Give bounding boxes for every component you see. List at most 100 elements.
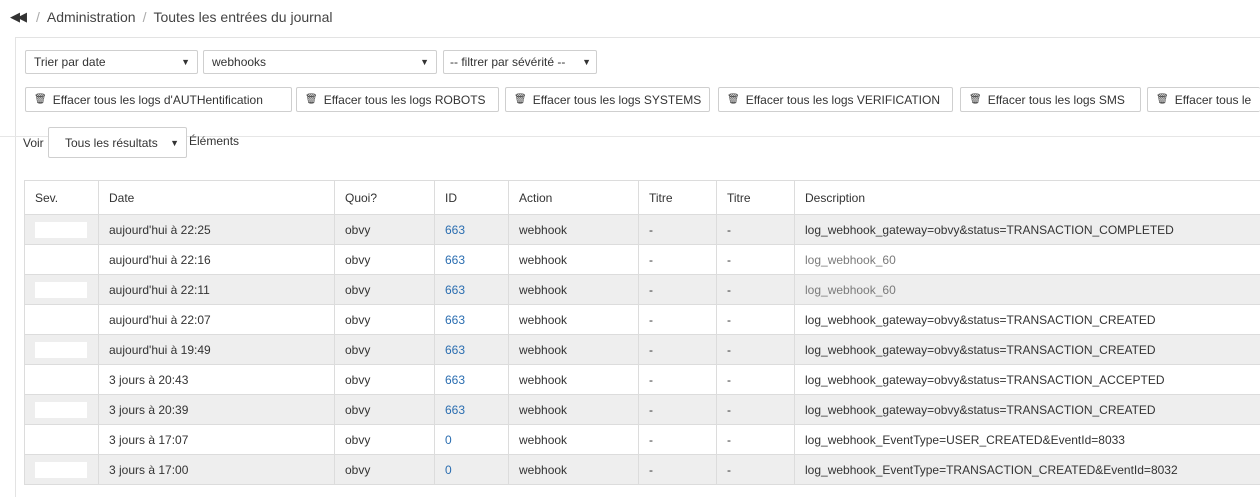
id-link[interactable]: 663 — [435, 335, 509, 365]
severity-badge — [35, 282, 87, 298]
table-row[interactable]: 3 jours à 17:00 obvy 0 webhook - - log_w… — [25, 455, 1260, 485]
log-table: Sev. Date Quoi? ID Action Titre Titre De… — [24, 180, 1260, 485]
severity-cell — [25, 305, 99, 335]
id-link[interactable]: 663 — [435, 215, 509, 245]
what-cell: obvy — [335, 215, 435, 245]
trash-icon: 🗑 — [34, 94, 47, 105]
severity-cell — [25, 425, 99, 455]
action-cell: webhook — [509, 245, 639, 275]
clear-logs-button-truncated[interactable]: 🗑 Effacer tous le — [1147, 87, 1260, 112]
id-link[interactable]: 0 — [435, 425, 509, 455]
chevron-down-icon: ▼ — [170, 138, 179, 148]
trash-icon: 🗑 — [514, 94, 527, 105]
severity-badge — [35, 222, 87, 238]
description-cell: log_webhook_EventType=TRANSACTION_CREATE… — [795, 455, 1260, 485]
title-cell: - — [717, 425, 795, 455]
clear-sms-logs-label: Effacer tous les logs SMS — [988, 93, 1125, 107]
severity-select[interactable]: -- filtrer par sévérité -- ▼ — [443, 50, 597, 74]
chevron-down-icon: ▼ — [181, 57, 190, 67]
table-row[interactable]: aujourd'hui à 22:25 obvy 663 webhook - -… — [25, 215, 1260, 245]
column-header-what[interactable]: Quoi? — [335, 181, 435, 215]
trash-icon: 🗑 — [305, 94, 318, 105]
clear-systems-logs-label: Effacer tous les logs SYSTEMS — [533, 93, 702, 107]
double-chevron-left-icon[interactable]: ◀◀ — [10, 9, 24, 25]
breadcrumb-separator: / — [143, 9, 147, 25]
date-cell: aujourd'hui à 22:16 — [99, 245, 335, 275]
title-cell: - — [639, 425, 717, 455]
column-header-severity[interactable]: Sev. — [25, 181, 99, 215]
page-size-select[interactable]: Tous les résultats ▼ — [48, 127, 187, 158]
table-row[interactable]: aujourd'hui à 22:07 obvy 663 webhook - -… — [25, 305, 1260, 335]
id-link[interactable]: 663 — [435, 395, 509, 425]
table-header-row: Sev. Date Quoi? ID Action Titre Titre De… — [25, 181, 1260, 215]
id-link[interactable]: 0 — [435, 455, 509, 485]
clear-logs-truncated-label: Effacer tous le — [1175, 93, 1252, 107]
trash-icon: 🗑 — [1156, 94, 1169, 105]
title-cell: - — [717, 365, 795, 395]
severity-select-value: -- filtrer par sévérité -- — [450, 55, 565, 69]
severity-badge — [35, 342, 87, 358]
elements-label: Éléments — [189, 134, 239, 148]
title-cell: - — [717, 275, 795, 305]
trash-icon: 🗑 — [727, 94, 740, 105]
column-header-title[interactable]: Titre — [639, 181, 717, 215]
category-select[interactable]: webhooks ▼ — [203, 50, 437, 74]
severity-badge — [35, 372, 87, 388]
severity-cell — [25, 395, 99, 425]
description-cell: log_webhook_EventType=USER_CREATED&Event… — [795, 425, 1260, 455]
date-cell: 3 jours à 20:39 — [99, 395, 335, 425]
clear-auth-logs-label: Effacer tous les logs d'AUTHentification — [53, 93, 263, 107]
what-cell: obvy — [335, 335, 435, 365]
title-cell: - — [639, 245, 717, 275]
description-cell: log_webhook_gateway=obvy&status=TRANSACT… — [795, 215, 1260, 245]
column-header-id[interactable]: ID — [435, 181, 509, 215]
title-cell: - — [639, 455, 717, 485]
what-cell: obvy — [335, 455, 435, 485]
title-cell: - — [639, 275, 717, 305]
description-cell: log_webhook_gateway=obvy&status=TRANSACT… — [795, 335, 1260, 365]
clear-robots-logs-button[interactable]: 🗑 Effacer tous les logs ROBOTS — [296, 87, 499, 112]
id-link[interactable]: 663 — [435, 305, 509, 335]
severity-badge — [35, 252, 87, 268]
clear-systems-logs-button[interactable]: 🗑 Effacer tous les logs SYSTEMS — [505, 87, 710, 112]
clear-verification-logs-label: Effacer tous les logs VERIFICATION — [746, 93, 940, 107]
severity-badge — [35, 432, 87, 448]
column-header-action[interactable]: Action — [509, 181, 639, 215]
what-cell: obvy — [335, 365, 435, 395]
id-link[interactable]: 663 — [435, 245, 509, 275]
action-cell: webhook — [509, 455, 639, 485]
chevron-down-icon: ▼ — [582, 57, 591, 67]
title-cell: - — [717, 245, 795, 275]
what-cell: obvy — [335, 305, 435, 335]
date-cell: aujourd'hui à 22:25 — [99, 215, 335, 245]
title-cell: - — [717, 455, 795, 485]
id-link[interactable]: 663 — [435, 275, 509, 305]
clear-sms-logs-button[interactable]: 🗑 Effacer tous les logs SMS — [960, 87, 1141, 112]
table-row[interactable]: aujourd'hui à 22:11 obvy 663 webhook - -… — [25, 275, 1260, 305]
breadcrumb-item-administration[interactable]: Administration — [47, 9, 136, 25]
action-cell: webhook — [509, 305, 639, 335]
table-row[interactable]: 3 jours à 20:39 obvy 663 webhook - - log… — [25, 395, 1260, 425]
column-header-title[interactable]: Titre — [717, 181, 795, 215]
severity-cell — [25, 455, 99, 485]
severity-badge — [35, 462, 87, 478]
table-row[interactable]: aujourd'hui à 19:49 obvy 663 webhook - -… — [25, 335, 1260, 365]
chevron-down-icon: ▼ — [420, 57, 429, 67]
column-header-description[interactable]: Description — [795, 181, 1260, 215]
severity-badge — [35, 312, 87, 328]
page-size-value: Tous les résultats — [65, 136, 158, 150]
table-row[interactable]: 3 jours à 20:43 obvy 663 webhook - - log… — [25, 365, 1260, 395]
clear-verification-logs-button[interactable]: 🗑 Effacer tous les logs VERIFICATION — [718, 87, 953, 112]
table-row[interactable]: aujourd'hui à 22:16 obvy 663 webhook - -… — [25, 245, 1260, 275]
clear-auth-logs-button[interactable]: 🗑 Effacer tous les logs d'AUTHentificati… — [25, 87, 292, 112]
date-cell: 3 jours à 17:00 — [99, 455, 335, 485]
sort-select[interactable]: Trier par date ▼ — [25, 50, 198, 74]
severity-badge — [35, 402, 87, 418]
column-header-date[interactable]: Date — [99, 181, 335, 215]
description-cell: log_webhook_60 — [795, 275, 1260, 305]
date-cell: 3 jours à 17:07 — [99, 425, 335, 455]
action-cell: webhook — [509, 425, 639, 455]
id-link[interactable]: 663 — [435, 365, 509, 395]
table-row[interactable]: 3 jours à 17:07 obvy 0 webhook - - log_w… — [25, 425, 1260, 455]
action-cell: webhook — [509, 395, 639, 425]
